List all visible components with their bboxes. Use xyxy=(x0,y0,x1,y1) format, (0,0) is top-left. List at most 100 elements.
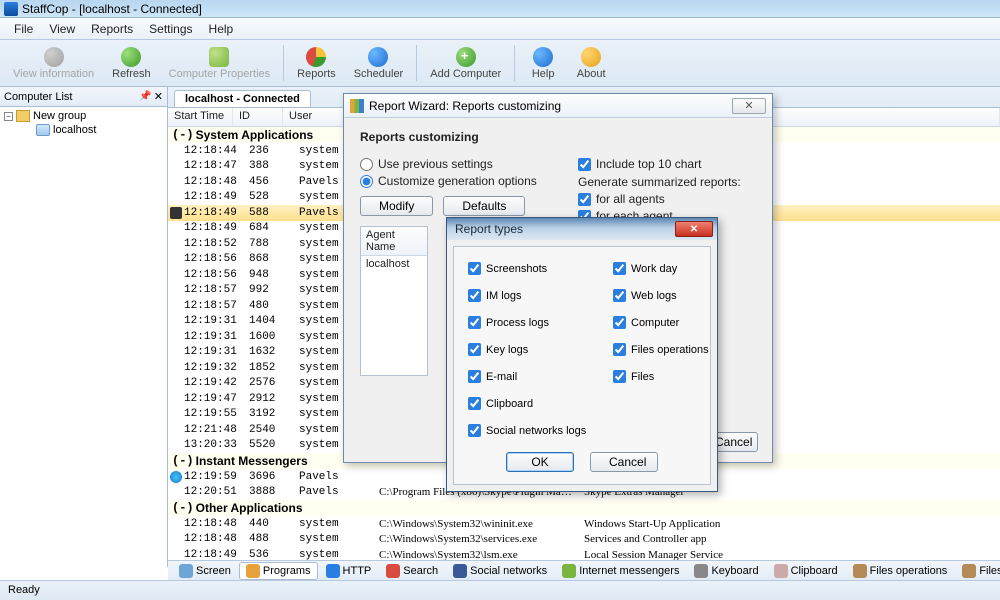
chk-computer[interactable]: Computer xyxy=(613,316,758,329)
col-start-time[interactable]: Start Time xyxy=(168,108,233,126)
bottom-tab-http[interactable]: HTTP xyxy=(319,562,379,580)
defaults-button[interactable]: Defaults xyxy=(443,196,525,216)
about-icon xyxy=(581,47,601,67)
wizard-titlebar[interactable]: Report Wizard: Reports customizing ✕ xyxy=(344,94,772,118)
title-bar: StaffCop - [localhost - Connected] xyxy=(0,0,1000,18)
chk-clipboard[interactable]: Clipboard xyxy=(468,397,613,410)
chk-files-operations[interactable]: Files operations xyxy=(613,343,758,356)
group-row[interactable]: (-) Other Applications xyxy=(168,500,1000,516)
table-row[interactable]: 12:18:48440systemC:\Windows\System32\win… xyxy=(168,516,1000,532)
panel-title: Computer List xyxy=(4,91,72,103)
menu-view[interactable]: View xyxy=(41,20,83,38)
chk-key-logs[interactable]: Key logs xyxy=(468,343,613,356)
chk-files[interactable]: Files xyxy=(613,370,758,383)
computer-properties-icon xyxy=(209,47,229,67)
bottom-tab-files-operations[interactable]: Files operations xyxy=(846,562,955,580)
scheduler-icon xyxy=(368,47,388,67)
tab-icon xyxy=(853,564,867,578)
bottom-tab-keyboard[interactable]: Keyboard xyxy=(687,562,765,580)
toolbar-add-computer[interactable]: Add Computer xyxy=(421,41,510,85)
view-information-icon xyxy=(44,47,64,67)
gen-sum-label: Generate summarized reports: xyxy=(578,175,741,189)
computer-tree[interactable]: −New grouplocalhost xyxy=(0,107,167,567)
content-area: localhost - Connected Start Time ID User… xyxy=(168,87,1000,567)
panel-caption: Computer List 📌 ✕ xyxy=(0,87,167,107)
agent-list-row[interactable]: localhost xyxy=(361,256,427,272)
toolbar-computer-properties: Computer Properties xyxy=(160,41,280,85)
bottom-tab-programs[interactable]: Programs xyxy=(239,562,318,580)
tab-icon xyxy=(179,564,193,578)
chk-web-logs[interactable]: Web logs xyxy=(613,289,758,302)
radio-customize[interactable]: Customize generation options xyxy=(360,174,550,188)
computer-icon xyxy=(36,124,50,136)
document-tab[interactable]: localhost - Connected xyxy=(174,90,311,107)
chk-social-networks-logs[interactable]: Social networks logs xyxy=(468,424,613,437)
chk-im-logs[interactable]: IM logs xyxy=(468,289,613,302)
chk-work-day[interactable]: Work day xyxy=(613,262,758,275)
report-types-dialog: Report types ✕ Screenshots Work day IM l… xyxy=(446,217,718,492)
toolbar-scheduler[interactable]: Scheduler xyxy=(345,41,413,85)
add-computer-icon xyxy=(456,47,476,67)
tab-icon xyxy=(453,564,467,578)
bottom-tab-files[interactable]: Files xyxy=(955,562,1000,580)
tab-icon xyxy=(962,564,976,578)
toolbar-view-information: View information xyxy=(4,41,103,85)
status-text: Ready xyxy=(8,584,40,596)
wizard-heading: Reports customizing xyxy=(360,130,756,144)
report-types-ok-button[interactable]: OK xyxy=(506,452,574,472)
bottom-tab-clipboard[interactable]: Clipboard xyxy=(767,562,845,580)
report-types-title: Report types xyxy=(455,222,675,236)
menu-bar: FileViewReportsSettingsHelp xyxy=(0,18,1000,40)
report-types-titlebar[interactable]: Report types ✕ xyxy=(447,218,717,240)
window-title: StaffCop - [localhost - Connected] xyxy=(22,2,202,16)
tree-group[interactable]: −New group xyxy=(4,109,163,123)
app-icon xyxy=(4,2,18,16)
chk-top10[interactable]: Include top 10 chart xyxy=(578,157,741,171)
radio-previous[interactable]: Use previous settings xyxy=(360,157,550,171)
toolbar-about[interactable]: About xyxy=(567,41,615,85)
chk-process-logs[interactable]: Process logs xyxy=(468,316,613,329)
report-types-cancel-button[interactable]: Cancel xyxy=(590,452,658,472)
wizard-close-button[interactable]: ✕ xyxy=(732,98,766,114)
folder-icon xyxy=(16,110,30,122)
computer-list-panel: Computer List 📌 ✕ −New grouplocalhost xyxy=(0,87,168,567)
menu-help[interactable]: Help xyxy=(201,20,242,38)
tab-icon xyxy=(694,564,708,578)
toolbar-reports[interactable]: Reports xyxy=(288,41,345,85)
tab-icon xyxy=(326,564,340,578)
report-types-close-button[interactable]: ✕ xyxy=(675,221,713,237)
agent-list[interactable]: Agent Name localhost xyxy=(360,226,428,376)
reports-icon xyxy=(306,47,326,67)
tab-icon xyxy=(562,564,576,578)
refresh-icon xyxy=(121,47,141,67)
bottom-tab-strip: ScreenProgramsHTTPSearchSocial networksI… xyxy=(168,560,1000,580)
toolbar-refresh[interactable]: Refresh xyxy=(103,41,160,85)
tab-icon xyxy=(246,564,260,578)
toolbar: View informationRefreshComputer Properti… xyxy=(0,40,1000,87)
wizard-icon xyxy=(350,99,364,113)
panel-close-icon[interactable]: ✕ xyxy=(154,90,163,103)
col-id[interactable]: ID xyxy=(233,108,283,126)
tree-computer[interactable]: localhost xyxy=(4,123,163,137)
bottom-tab-screen[interactable]: Screen xyxy=(172,562,238,580)
menu-settings[interactable]: Settings xyxy=(141,20,200,38)
bottom-tab-search[interactable]: Search xyxy=(379,562,445,580)
table-row[interactable]: 12:18:48488systemC:\Windows\System32\ser… xyxy=(168,532,1000,548)
agent-list-header: Agent Name xyxy=(361,227,427,256)
chk-e-mail[interactable]: E-mail xyxy=(468,370,613,383)
wizard-title: Report Wizard: Reports customizing xyxy=(369,99,561,113)
status-bar: Ready xyxy=(0,580,1000,600)
pin-icon[interactable]: 📌 xyxy=(139,91,151,102)
modify-button[interactable]: Modify xyxy=(360,196,433,216)
chk-screenshots[interactable]: Screenshots xyxy=(468,262,613,275)
tab-icon xyxy=(386,564,400,578)
toolbar-help[interactable]: Help xyxy=(519,41,567,85)
tab-icon xyxy=(774,564,788,578)
menu-reports[interactable]: Reports xyxy=(83,20,141,38)
menu-file[interactable]: File xyxy=(6,20,41,38)
help-icon xyxy=(533,47,553,67)
collapse-icon[interactable]: − xyxy=(4,112,13,121)
chk-for-all[interactable]: for all agents xyxy=(578,192,741,206)
bottom-tab-social-networks[interactable]: Social networks xyxy=(446,562,554,580)
bottom-tab-internet-messengers[interactable]: Internet messengers xyxy=(555,562,686,580)
